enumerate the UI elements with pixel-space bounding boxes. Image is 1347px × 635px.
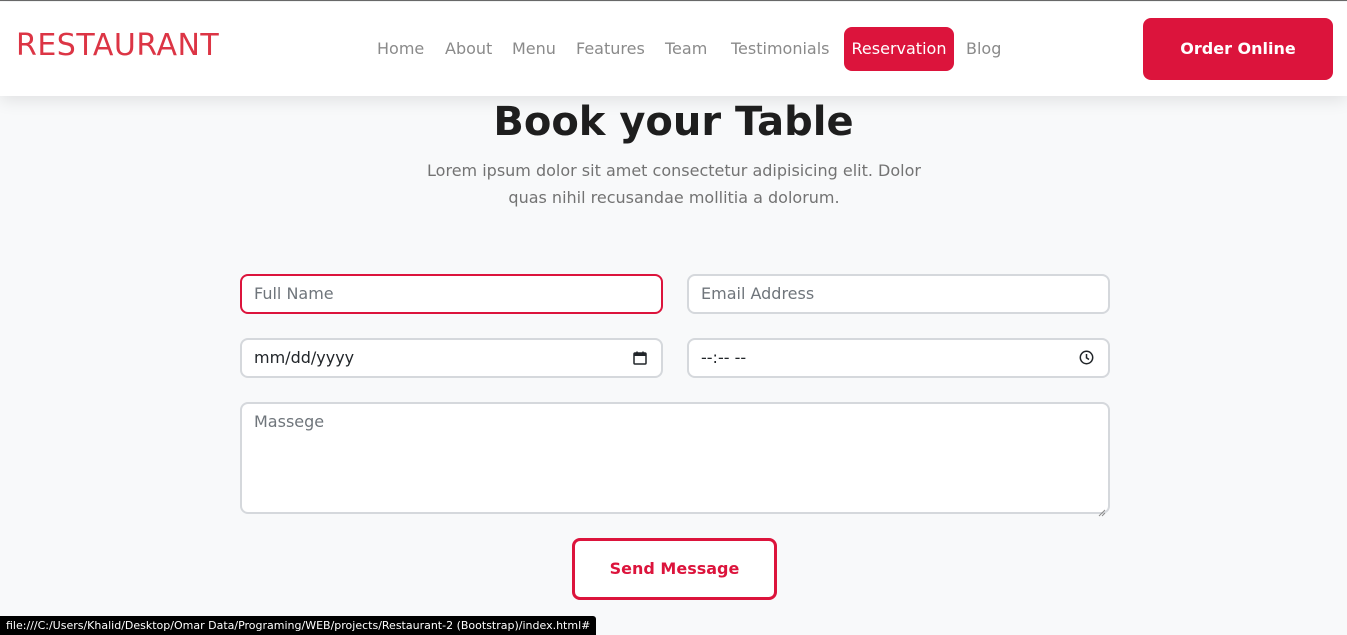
subtitle-line-1: Lorem ipsum dolor sit amet consectetur a…	[427, 161, 921, 180]
nav-item-testimonials[interactable]: Testimonials	[731, 27, 830, 71]
nav-item-team[interactable]: Team	[665, 27, 707, 71]
nav-item-features[interactable]: Features	[576, 27, 645, 71]
time-input[interactable]: --:-- --	[687, 338, 1110, 378]
nav-item-menu[interactable]: Menu	[512, 27, 556, 71]
full-name-input[interactable]: Full Name	[240, 274, 663, 314]
full-name-placeholder: Full Name	[254, 284, 334, 303]
order-online-button[interactable]: Order Online	[1143, 18, 1333, 80]
resize-handle-icon[interactable]	[1098, 502, 1106, 517]
message-placeholder: Massege	[254, 412, 325, 431]
brand-logo[interactable]: RESTAURANT	[16, 28, 219, 63]
nav-item-blog[interactable]: Blog	[966, 27, 1001, 71]
send-message-button[interactable]: Send Message	[572, 538, 777, 600]
section-subtitle: Lorem ipsum dolor sit amet consectetur a…	[424, 157, 924, 211]
nav-item-about[interactable]: About	[445, 27, 492, 71]
time-value: --:-- --	[701, 348, 747, 367]
email-input[interactable]: Email Address	[687, 274, 1110, 314]
calendar-icon[interactable]	[633, 350, 647, 369]
nav-item-reservation[interactable]: Reservation	[844, 27, 954, 71]
navbar: RESTAURANT Home About Menu Features Team…	[0, 2, 1347, 96]
subtitle-line-2: quas nihil recusandae mollitia a dolorum…	[508, 188, 840, 207]
email-placeholder: Email Address	[701, 284, 815, 303]
date-value: mm/dd/yyyy	[254, 348, 355, 367]
message-textarea[interactable]: Massege	[240, 402, 1110, 517]
clock-icon[interactable]	[1079, 350, 1094, 369]
nav-item-home[interactable]: Home	[377, 27, 424, 71]
browser-status-url: file:///C:/Users/Khalid/Desktop/Omar Dat…	[0, 616, 597, 635]
date-input[interactable]: mm/dd/yyyy	[240, 338, 663, 378]
section-title: Book your Table	[493, 99, 854, 145]
